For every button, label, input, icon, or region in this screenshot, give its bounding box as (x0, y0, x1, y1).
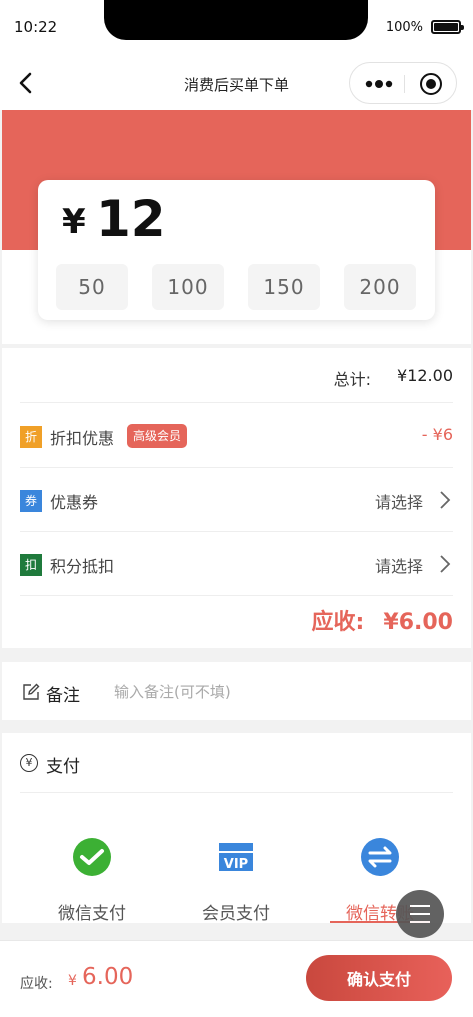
due-label: 应收: (311, 610, 365, 635)
coupon-icon: 券 (20, 490, 42, 512)
amount-currency: ¥ (62, 202, 86, 242)
menu-icon (410, 921, 430, 923)
discount-label: 折扣优惠 (50, 429, 115, 448)
confirm-pay-button[interactable]: 确认支付 (306, 955, 452, 1001)
total-row: 总计: ¥12.00 (20, 348, 453, 403)
remark-label: 备注 (46, 686, 80, 706)
pay-method-label: 会员支付 (202, 904, 270, 924)
capsule-divider (404, 75, 405, 93)
discount-row: 折 折扣优惠 高级会员 - ¥6 (20, 404, 453, 468)
status-time: 10:22 (14, 18, 58, 36)
chevron-right-icon (440, 555, 451, 573)
member-level-badge: 高级会员 (127, 424, 188, 448)
total-label: 总计: (333, 370, 371, 389)
total-value: ¥12.00 (397, 366, 453, 385)
wechat-icon (73, 838, 111, 876)
amount-card: ¥ 12 50 100 150 200 (38, 180, 435, 320)
edit-icon (23, 683, 40, 700)
payment-section: ¥ 支付 微信支付 VIP 会员支付 微信转账 (2, 733, 471, 924)
bottom-due-value: 6.00 (82, 964, 134, 990)
order-summary: 总计: ¥12.00 折 折扣优惠 高级会员 - ¥6 券 优惠券 请选择 扣 … (2, 348, 471, 648)
bottom-bar: 应收: ¥ 6.00 确认支付 (0, 940, 473, 1017)
payment-header: ¥ 支付 (20, 733, 453, 793)
menu-icon (410, 905, 430, 907)
points-icon: 扣 (20, 554, 42, 576)
quick-amount-100[interactable]: 100 (152, 264, 224, 310)
vip-icon: VIP (219, 843, 253, 872)
nav-bar: 消费后买单下单 (0, 56, 473, 110)
points-select[interactable]: 请选择 (375, 553, 423, 577)
bottom-due-label: 应收: (20, 976, 53, 992)
amount-value[interactable]: 12 (96, 190, 166, 248)
chevron-right-icon (440, 491, 451, 509)
yen-circle-icon: ¥ (20, 754, 38, 772)
payment-label: 支付 (46, 757, 80, 777)
close-miniprogram-icon[interactable] (420, 73, 442, 95)
battery-percent: 100% (385, 20, 423, 35)
due-value: ¥6.00 (383, 610, 453, 635)
points-label: 积分抵扣 (50, 557, 115, 576)
quick-amount-150[interactable]: 150 (248, 264, 320, 310)
points-row[interactable]: 扣 积分抵扣 请选择 (20, 532, 453, 596)
coupon-select[interactable]: 请选择 (375, 489, 423, 513)
bottom-due-currency: ¥ (68, 973, 77, 989)
pay-method-wechat[interactable]: 微信支付 (32, 837, 152, 924)
transfer-icon (361, 838, 399, 876)
discount-value: - ¥6 (421, 425, 453, 444)
battery-icon (431, 20, 464, 34)
remark-input[interactable] (114, 678, 444, 706)
coupon-row[interactable]: 券 优惠券 请选择 (20, 468, 453, 532)
pay-method-label: 微信支付 (58, 904, 126, 924)
svg-text:VIP: VIP (224, 857, 248, 872)
device-notch (104, 0, 368, 40)
floating-menu-button[interactable] (396, 890, 444, 938)
menu-icon (410, 913, 430, 915)
remark-section: 备注 (2, 662, 471, 720)
more-icon[interactable] (364, 77, 394, 91)
status-bar: 10:22 100% (0, 0, 473, 56)
quick-amount-200[interactable]: 200 (344, 264, 416, 310)
pay-method-vip[interactable]: VIP 会员支付 (176, 837, 296, 924)
coupon-label: 优惠券 (50, 493, 99, 512)
discount-icon: 折 (20, 426, 42, 448)
quick-amount-50[interactable]: 50 (56, 264, 128, 310)
due-row: 应收: ¥6.00 (312, 604, 454, 636)
mini-program-capsule (349, 62, 457, 104)
